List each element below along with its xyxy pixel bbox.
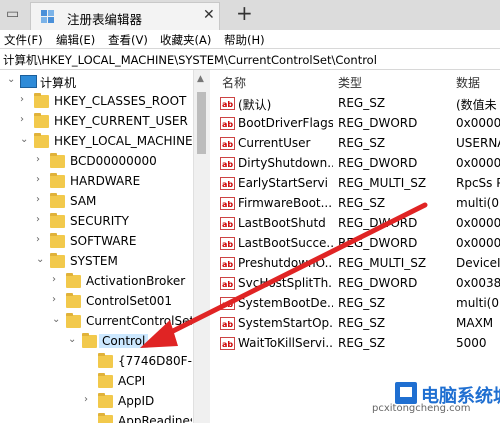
watermark-url: pcxitongcheng.com <box>372 403 471 414</box>
annotation-arrow <box>140 202 428 348</box>
